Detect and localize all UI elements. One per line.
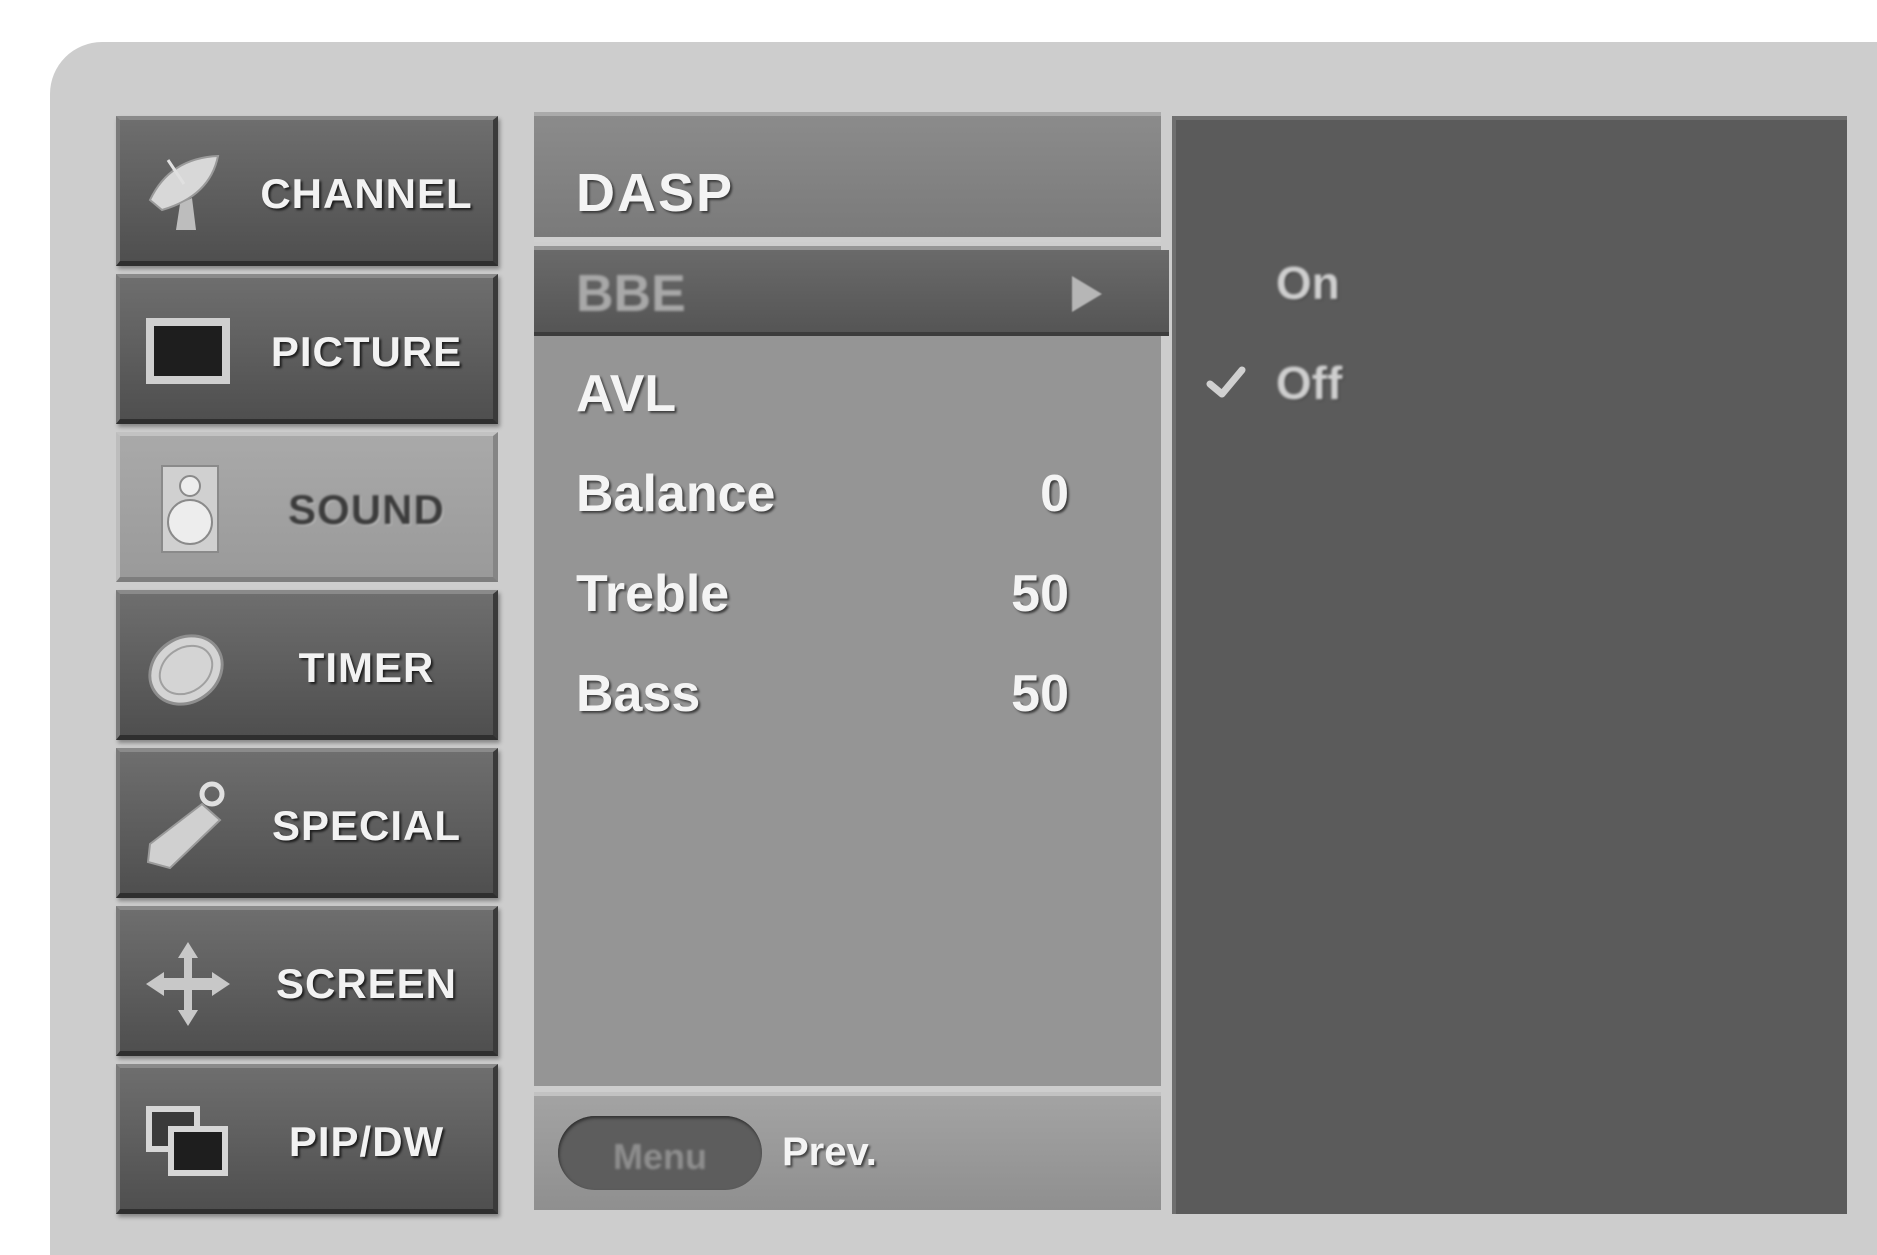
submenu-item-label: Bass bbox=[576, 665, 701, 723]
clock-icon bbox=[148, 634, 224, 706]
submenu-title: DASP bbox=[576, 163, 735, 223]
move-arrows-icon bbox=[146, 942, 230, 1026]
submenu-list: BBE AVL Balance 0 Treble 50 Bass 50 bbox=[534, 246, 1169, 1086]
submenu-footer: Menu Prev. bbox=[534, 1092, 1161, 1210]
category-label: PICTURE bbox=[270, 328, 463, 375]
checkmark-icon bbox=[1206, 366, 1246, 398]
category-label: SOUND bbox=[288, 486, 445, 533]
submenu-item-treble[interactable]: Treble 50 bbox=[534, 550, 1161, 636]
submenu-item-avl[interactable]: AVL bbox=[534, 350, 1161, 436]
category-timer[interactable]: TIMER bbox=[116, 590, 498, 740]
arrow-right-icon bbox=[1072, 276, 1102, 312]
category-sound[interactable]: SOUND bbox=[116, 432, 498, 582]
category-special[interactable]: SPECIAL bbox=[116, 748, 498, 898]
category-label: SCREEN bbox=[275, 960, 458, 1007]
submenu-header: DASP bbox=[534, 112, 1161, 242]
option-on[interactable]: On bbox=[1276, 256, 1340, 310]
submenu-item-label: BBE bbox=[576, 265, 686, 323]
category-picture[interactable]: PICTURE bbox=[116, 274, 498, 424]
category-label: CHANNEL bbox=[260, 170, 473, 217]
category-channel[interactable]: CHANNEL bbox=[116, 116, 498, 266]
category-label: SPECIAL bbox=[271, 802, 462, 849]
submenu-item-label: Balance bbox=[576, 465, 776, 523]
submenu-item-balance[interactable]: Balance 0 bbox=[534, 450, 1161, 536]
menu-button-label: Menu bbox=[613, 1136, 707, 1177]
submenu-item-label: Treble bbox=[576, 565, 730, 623]
category-pip-dw[interactable]: PIP/DW bbox=[116, 1064, 498, 1214]
category-label: PIP/DW bbox=[288, 1118, 445, 1165]
speaker-icon bbox=[161, 465, 219, 553]
category-screen[interactable]: SCREEN bbox=[116, 906, 498, 1056]
menu-button[interactable]: Menu bbox=[558, 1116, 762, 1190]
submenu-item-value: 50 bbox=[1011, 665, 1069, 723]
submenu-item-label: AVL bbox=[576, 365, 677, 423]
tv-screen-icon bbox=[146, 318, 230, 384]
submenu-item-value: 50 bbox=[1011, 565, 1069, 623]
options-panel: On Off bbox=[1172, 116, 1847, 1214]
pip-windows-icon bbox=[146, 1106, 228, 1176]
submenu-item-value: 0 bbox=[1040, 465, 1069, 523]
submenu-item-bass[interactable]: Bass 50 bbox=[534, 650, 1161, 736]
satellite-dish-icon bbox=[148, 154, 220, 230]
key-tag-icon bbox=[146, 781, 225, 870]
option-off[interactable]: Off bbox=[1276, 356, 1342, 410]
category-label: TIMER bbox=[298, 644, 435, 691]
submenu-item-bbe[interactable]: BBE bbox=[534, 250, 1169, 336]
prev-hint: Prev. bbox=[782, 1130, 877, 1174]
